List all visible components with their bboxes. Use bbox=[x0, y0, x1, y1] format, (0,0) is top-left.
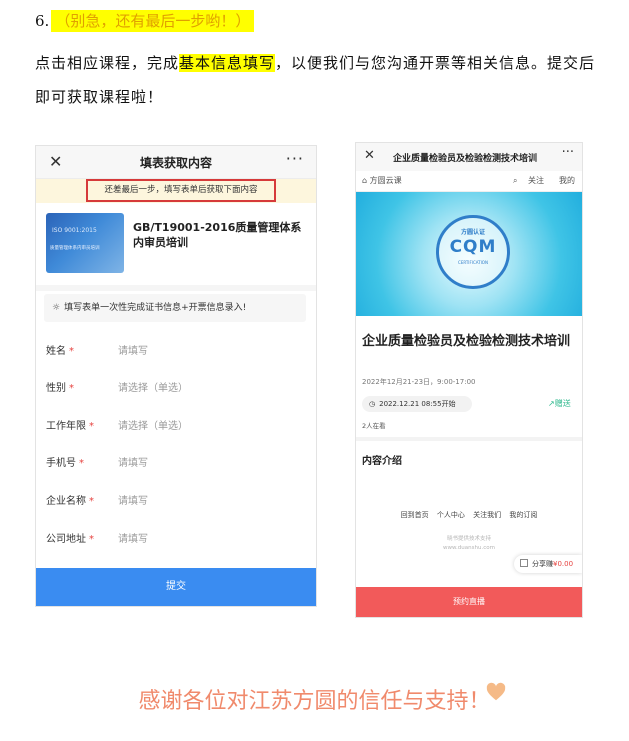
mine-link[interactable]: 我的 bbox=[559, 171, 575, 191]
link-personal-center[interactable]: 个人中心 bbox=[437, 511, 465, 519]
cqm-logo: 方圆认证 CQM CERTIFICATION bbox=[436, 215, 510, 289]
form-title: 填表获取内容 bbox=[139, 156, 212, 170]
field-placeholder[interactable]: 请填写 bbox=[118, 492, 148, 512]
section-title: 内容介绍 bbox=[362, 456, 402, 467]
divider bbox=[36, 285, 316, 291]
field-label: 企业名称 * bbox=[46, 496, 94, 507]
home-icon: ⌂ bbox=[362, 176, 370, 185]
course-date: 2022年12月21-23日，9:00-17:00 bbox=[362, 378, 476, 386]
link-follow-us[interactable]: 关注我们 bbox=[473, 511, 501, 519]
intro-paragraph: 点击相应课程，完成基本信息填写，以便我们与您沟通开票等相关信息。提交后即可获取课… bbox=[35, 46, 610, 114]
thumb-text: ISO 9001:2015 bbox=[52, 227, 97, 234]
submit-button[interactable]: 提交 bbox=[36, 568, 316, 606]
course-title: 企业质量检验员及检验检测技术培训 bbox=[362, 334, 571, 349]
step-number: 6. bbox=[35, 12, 50, 30]
thumb-sub: 质量管理体系内审员培训 bbox=[50, 246, 100, 251]
field-placeholder[interactable]: 请填写 bbox=[118, 530, 148, 550]
work-years-field[interactable]: 工作年限 * 请选择（单选） bbox=[46, 417, 306, 437]
channel-home-link[interactable]: ⌂ 方圆云课 bbox=[362, 171, 402, 191]
share-price: ¥0.00 bbox=[553, 560, 574, 568]
notice-bar: 还差最后一步，填写表单后获取下面内容 bbox=[36, 179, 316, 203]
share-arrow-icon: ↗ bbox=[548, 399, 555, 408]
divider bbox=[356, 437, 582, 441]
field-label: 手机号 * bbox=[46, 458, 84, 469]
follow-link[interactable]: 关注 bbox=[528, 171, 544, 191]
phone-field[interactable]: 手机号 * 请填写 bbox=[46, 454, 306, 474]
viewer-count: 2人在看 bbox=[362, 422, 386, 430]
course-cover: 方圆认证 CQM CERTIFICATION bbox=[356, 192, 582, 316]
clock-icon: ◷ bbox=[369, 400, 376, 408]
field-label: 公司地址 * bbox=[46, 534, 94, 545]
link-my-subscriptions[interactable]: 我的订阅 bbox=[509, 511, 537, 519]
lightbulb-icon: ☼ bbox=[52, 303, 61, 313]
step-highlight: （别急，还有最后一步哟！） bbox=[51, 10, 255, 32]
field-placeholder[interactable]: 请选择（单选） bbox=[118, 379, 188, 399]
start-time-badge: ◷ 2022.12.21 08:55开始 bbox=[362, 396, 472, 412]
heart-icon bbox=[486, 682, 506, 701]
share-earn-button[interactable]: 分享赚¥0.00 bbox=[514, 555, 582, 573]
course-title: GB/T19001-2016质量管理体系内审员培训 bbox=[133, 221, 302, 249]
badge-bottom-text: CERTIFICATION bbox=[458, 260, 488, 265]
more-icon[interactable]: ··· bbox=[286, 149, 304, 168]
field-placeholder[interactable]: 请填写 bbox=[118, 342, 148, 362]
course-screenshot: ✕ 企业质量检验员及检验检测技术培训 ··· ⌂ 方圆云课 ⌕ 关注 我的 方圆… bbox=[355, 142, 583, 618]
badge-top-text: 方圆认证 bbox=[460, 229, 485, 236]
course-thumbnail: ISO 9001:2015 质量管理体系内审员培训 bbox=[46, 213, 124, 273]
thanks-text: 感谢各位对江苏方圆的信任与支持！ bbox=[138, 689, 491, 714]
footer-links: 回到首页 个人中心 关注我们 我的订阅 bbox=[356, 510, 582, 520]
company-name-field[interactable]: 企业名称 * 请填写 bbox=[46, 492, 306, 512]
course-page-title: 企业质量检验员及检验检测技术培训 bbox=[392, 154, 537, 164]
more-icon[interactable]: ··· bbox=[562, 145, 574, 160]
field-label: 性别 * bbox=[46, 383, 74, 394]
field-label: 姓名 * bbox=[46, 346, 74, 357]
tip-text: 填写表单一次性完成证书信息+开票信息录入! bbox=[64, 303, 247, 313]
tip-box: ☼ 填写表单一次性完成证书信息+开票信息录入! bbox=[44, 294, 306, 322]
link-home[interactable]: 回到首页 bbox=[401, 511, 429, 519]
course-topbar: ✕ 企业质量检验员及检验检测技术培训 ··· bbox=[356, 143, 582, 171]
share-icon bbox=[520, 559, 528, 567]
company-address-field[interactable]: 公司地址 * 请填写 bbox=[46, 530, 306, 550]
form-topbar: ✕ 填表获取内容 ··· bbox=[36, 146, 316, 179]
field-placeholder[interactable]: 请填写 bbox=[118, 454, 148, 474]
credit-text: 晓书提供技术支持 www.duanshu.com bbox=[443, 536, 495, 551]
field-placeholder[interactable]: 请选择（单选） bbox=[118, 417, 188, 437]
name-field[interactable]: 姓名 * 请填写 bbox=[46, 342, 306, 362]
close-icon[interactable]: ✕ bbox=[364, 148, 375, 163]
intro-highlight: 基本信息填写 bbox=[179, 54, 276, 72]
notice-text: 还差最后一步，填写表单后获取下面内容 bbox=[86, 179, 276, 202]
gift-link[interactable]: ↗赠送 bbox=[548, 398, 571, 409]
channel-bar: ⌂ 方圆云课 ⌕ 关注 我的 bbox=[356, 171, 582, 192]
intro-before: 点击相应课程，完成 bbox=[35, 54, 180, 72]
search-icon[interactable]: ⌕ bbox=[513, 171, 517, 191]
form-screenshot: ✕ 填表获取内容 ··· 还差最后一步，填写表单后获取下面内容 ISO 9001… bbox=[35, 145, 317, 607]
step-heading: 6. （别急，还有最后一步哟！） bbox=[35, 6, 255, 36]
field-label: 工作年限 * bbox=[46, 421, 94, 432]
badge-logo-text: CQM bbox=[449, 237, 497, 257]
book-live-button[interactable]: 预约直播 bbox=[356, 587, 582, 617]
gender-field[interactable]: 性别 * 请选择（单选） bbox=[46, 379, 306, 399]
